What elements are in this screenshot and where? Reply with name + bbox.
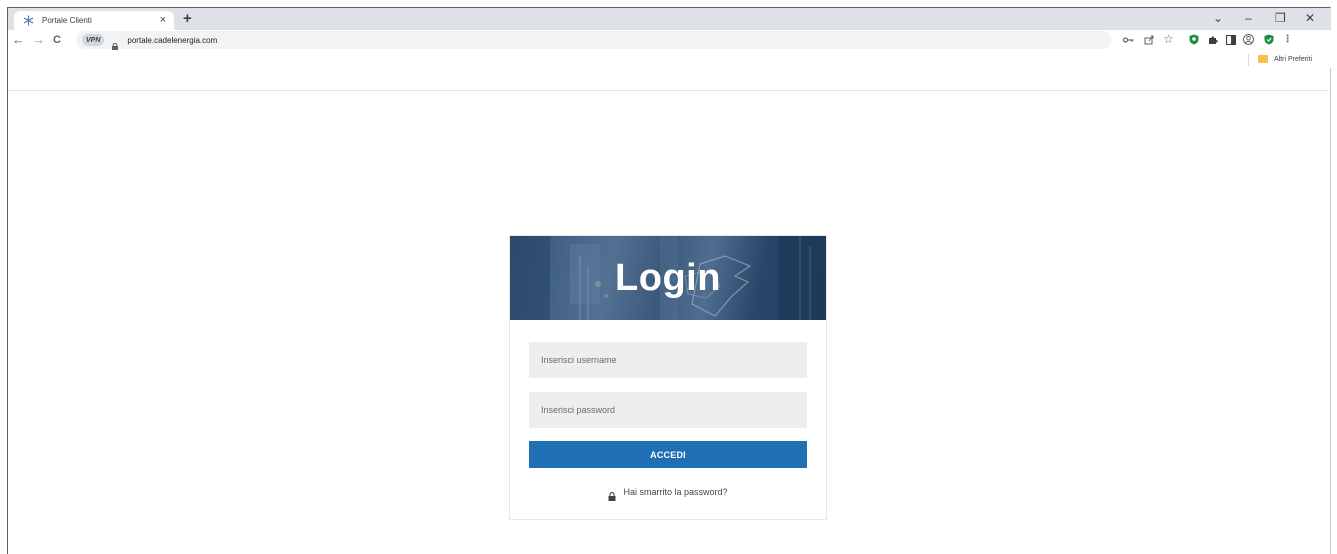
tab-close-icon[interactable]: × <box>160 14 166 26</box>
login-card: Login ACCEDI Hai smarrito la password? <box>509 235 827 520</box>
close-window-button[interactable]: ✕ <box>1305 11 1315 25</box>
bookmark-folder-label: Altri Preferiti <box>1274 55 1313 63</box>
lock-icon[interactable] <box>112 37 119 50</box>
toolbar-divider <box>8 90 1331 91</box>
login-hero-banner: Login <box>510 236 826 320</box>
lock-icon <box>608 488 616 501</box>
password-input[interactable] <box>529 392 807 428</box>
browser-toolbar: ← → C VPN portale.cadelenergia.com ☆ ⋮ A… <box>8 30 1331 68</box>
forgot-password-row[interactable]: Hai smarrito la password? <box>510 487 826 501</box>
login-title: Login <box>615 257 721 299</box>
forward-arrow-icon[interactable]: → <box>32 32 45 48</box>
folder-icon <box>1258 55 1268 63</box>
new-tab-button[interactable]: + <box>183 11 192 26</box>
more-menu-icon[interactable]: ⋮ <box>1282 34 1293 45</box>
minimize-button[interactable]: – <box>1245 11 1252 25</box>
bookmark-folder-altri-preferiti[interactable]: Altri Preferiti <box>1258 55 1312 63</box>
key-icon[interactable] <box>1123 34 1134 45</box>
adblock-shield-icon[interactable] <box>1263 34 1274 45</box>
star-icon[interactable]: ☆ <box>1163 33 1174 45</box>
tab-search-chevron-icon[interactable]: ⌄ <box>1213 11 1223 25</box>
login-submit-button[interactable]: ACCEDI <box>529 441 807 468</box>
url-text: portale.cadelenergia.com <box>127 35 218 45</box>
tab-strip: Portale Clienti × + ⌄ – ❐ ✕ <box>8 8 1331 30</box>
bookmarks-bar: Altri Preferiti <box>8 52 1331 68</box>
back-arrow-icon[interactable]: ← <box>12 32 25 48</box>
side-panel-icon[interactable] <box>1225 34 1236 45</box>
vpn-badge[interactable]: VPN <box>82 34 105 46</box>
puzzle-extensions-icon[interactable] <box>1207 34 1218 45</box>
share-icon[interactable] <box>1143 34 1154 45</box>
reload-icon[interactable]: C <box>53 32 61 48</box>
restore-button[interactable]: ❐ <box>1275 11 1286 25</box>
username-input[interactable] <box>529 342 807 378</box>
tab-title: Portale Clienti <box>42 16 92 25</box>
bookmarks-separator <box>1248 54 1249 66</box>
forgot-password-link[interactable]: Hai smarrito la password? <box>623 487 727 497</box>
snowflake-favicon-icon <box>22 15 34 27</box>
address-bar[interactable]: VPN portale.cadelenergia.com <box>76 31 1111 50</box>
shield-extension-icon[interactable] <box>1188 34 1199 45</box>
profile-icon[interactable] <box>1243 34 1254 45</box>
tab-portale-clienti[interactable]: Portale Clienti × <box>14 11 174 30</box>
